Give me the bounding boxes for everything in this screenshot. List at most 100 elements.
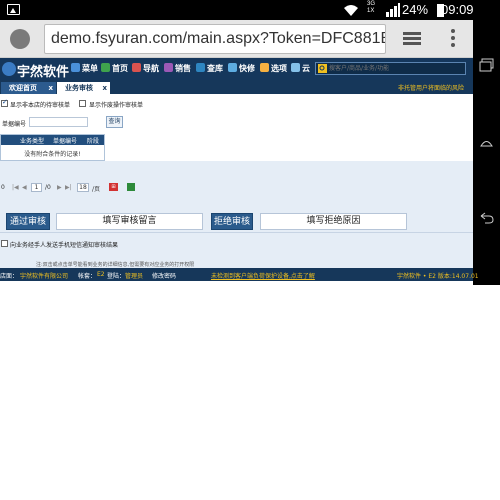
login-label: 登陆： <box>107 273 126 280</box>
doc-no-input[interactable] <box>29 117 88 127</box>
home-button-icon[interactable] <box>479 136 494 150</box>
nav-label: 菜单 <box>82 64 98 73</box>
status-footer: 店面： 宇然软件有限公司 帐套： E2 登陆： 管理员 修改密码 未检测到客户端… <box>0 268 479 281</box>
nav-sales[interactable]: 销售 <box>164 63 191 75</box>
total-pages: /0 <box>45 184 51 191</box>
close-icon[interactable]: x <box>48 82 53 94</box>
system-navigation-bar <box>473 0 500 285</box>
clock: 09:09 <box>441 2 474 17</box>
protection-warning-link[interactable]: 未检测到客户端负荷保护设备,点击了解 <box>211 271 315 280</box>
back-button-icon[interactable] <box>479 211 494 225</box>
tab-business-audit[interactable]: 业务审核 x <box>57 82 110 94</box>
nav-label: 销售 <box>175 64 191 73</box>
inventory-icon <box>196 63 205 72</box>
approve-button[interactable]: 通过审核 <box>6 213 50 230</box>
approve-note-input[interactable]: 填写审核留言 <box>56 213 203 230</box>
reject-reason-input[interactable]: 填写拒绝原因 <box>260 213 407 230</box>
sales-icon <box>164 63 173 72</box>
reject-button[interactable]: 拒绝审核 <box>211 213 253 230</box>
page-number-input[interactable]: 1 <box>31 183 42 192</box>
url-text[interactable]: demo.fsyuran.com/main.aspx?Token=DFC881B… <box>51 30 385 48</box>
wifi-icon <box>344 5 358 16</box>
account-value: E2 <box>97 271 105 278</box>
recent-apps-icon[interactable] <box>479 58 494 72</box>
tab-strip: 欢迎首页 x 业务审核 x 非托管用户将面临的风险 <box>0 80 473 94</box>
version-info: 宇然软件 • E2 版本:14.07.01 <box>397 273 479 280</box>
bottom-strip <box>0 281 473 285</box>
signal-strength-icon <box>386 3 400 17</box>
excel-icon[interactable] <box>127 183 135 191</box>
status-bar: 3G 1X 24% 09:09 <box>0 0 474 20</box>
close-icon[interactable]: x <box>102 82 107 94</box>
menu-icon <box>71 63 80 72</box>
nav-inventory[interactable]: 查库 <box>196 63 223 75</box>
nav-options[interactable]: 选项 <box>260 63 287 75</box>
record-count: 0 <box>1 184 5 191</box>
nav-label: 选项 <box>271 64 287 73</box>
logo-icon <box>2 62 16 76</box>
audit-note: 注:双击或点击单号能看到业务的详细信息,但需要有对应业务的打开权限 <box>36 262 195 268</box>
empty-message: 没有附合条件的记录! <box>24 151 81 158</box>
nav-label: 云 <box>302 64 310 73</box>
cloud-icon <box>291 63 300 72</box>
search-icon[interactable] <box>318 64 327 73</box>
show-non-store-label: 显示非本店的待审核单 <box>10 102 71 109</box>
nav-repair[interactable]: 快修 <box>228 63 255 75</box>
app-header: 宇然软件 菜单 首页 导航 销售 查库 快修 选项 云 <box>0 58 473 80</box>
nav-label: 快修 <box>239 64 255 73</box>
store-name: 宇然软件有限公司 <box>20 273 69 280</box>
address-bar[interactable]: demo.fsyuran.com/main.aspx?Token=DFC881B… <box>44 24 386 54</box>
query-button[interactable]: 查询 <box>106 116 123 128</box>
repair-icon <box>228 63 237 72</box>
logo-text: 宇然软件 <box>17 65 70 80</box>
nav-navigation[interactable]: 导航 <box>132 63 159 75</box>
export-icon[interactable]: ⊞ <box>109 183 118 191</box>
global-search[interactable] <box>315 62 466 75</box>
next-page-icon[interactable]: ▶ <box>57 184 62 191</box>
gallery-notification-icon <box>7 4 20 15</box>
account-label: 帐套： <box>78 273 97 280</box>
nav-cloud[interactable]: 云 <box>291 63 310 75</box>
show-non-store-checkbox[interactable] <box>1 98 8 107</box>
tabs-switcher-icon[interactable] <box>403 32 421 46</box>
network-type-indicator: 3G 1X <box>367 1 375 15</box>
home-icon <box>101 63 110 72</box>
table-header: 业务类型 单据编号 阶段 <box>1 135 104 145</box>
nav-label: 查库 <box>207 64 223 73</box>
battery-percentage: 24% <box>402 2 429 17</box>
tab-label: 欢迎首页 <box>9 84 37 92</box>
show-operated-checkbox[interactable] <box>79 100 86 107</box>
page-size-input[interactable]: 18 <box>77 183 89 192</box>
column-header-stage[interactable]: 阶段 <box>87 136 99 145</box>
tab-label: 业务审核 <box>65 84 93 92</box>
per-page-label: /页 <box>92 186 101 193</box>
panel-divider <box>0 232 473 233</box>
login-user: 管理员 <box>125 273 144 280</box>
search-input[interactable] <box>329 63 465 74</box>
nav-menu[interactable]: 菜单 <box>71 63 98 75</box>
doc-no-label: 单据编号 <box>2 121 27 128</box>
first-page-icon[interactable]: |◀ <box>12 184 19 191</box>
network-3g-label: 3G <box>367 1 376 7</box>
sms-notify-label: 向业务经手人发送手机短信通知审核结果 <box>10 242 119 249</box>
browser-toolbar: demo.fsyuran.com/main.aspx?Token=DFC881B… <box>0 20 473 58</box>
nav-home[interactable]: 首页 <box>101 63 128 75</box>
overflow-menu-icon[interactable] <box>451 29 455 49</box>
risk-notice-link[interactable]: 非托管用户将面临的风险 <box>398 83 464 92</box>
nav-label: 首页 <box>112 64 128 73</box>
navigation-icon <box>132 63 141 72</box>
store-label: 店面： <box>0 273 19 280</box>
nav-label: 导航 <box>143 64 159 73</box>
results-table: 业务类型 单据编号 阶段 没有附合条件的记录! <box>0 134 105 161</box>
change-password-link[interactable]: 修改密码 <box>152 271 176 280</box>
column-header-doc-no[interactable]: 单据编号 <box>53 136 77 145</box>
sms-notify-checkbox[interactable] <box>1 240 8 247</box>
show-operated-label: 显示作废操作审核单 <box>89 102 144 109</box>
column-header-business-type[interactable]: 业务类型 <box>20 136 44 145</box>
options-icon <box>260 63 269 72</box>
last-page-icon[interactable]: ▶| <box>65 184 72 191</box>
site-globe-icon[interactable] <box>10 29 30 49</box>
prev-page-icon[interactable]: ◀ <box>22 184 27 191</box>
tab-welcome-home[interactable]: 欢迎首页 x <box>1 82 56 94</box>
network-1x-label: 1X <box>367 8 375 14</box>
